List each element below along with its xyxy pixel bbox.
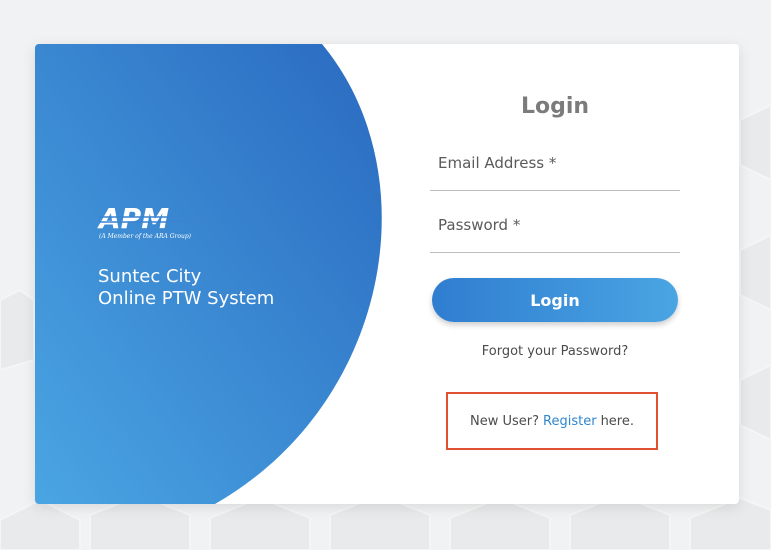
login-card: APM (A Member of the ARA Group) Suntec C…: [35, 44, 739, 504]
logo-subtext: (A Member of the ARA Group): [99, 233, 192, 240]
password-label: Password *: [438, 216, 521, 234]
logo-text: APM: [97, 202, 169, 235]
tagline-line-2: Online PTW System: [98, 288, 275, 309]
login-form: Login Email Address * Password * Login F…: [430, 44, 680, 504]
password-field[interactable]: Password *: [430, 208, 680, 253]
tagline-line-1: Suntec City: [98, 266, 202, 287]
apm-logo: APM (A Member of the ARA Group): [97, 202, 205, 240]
register-prompt: New User? Register here.: [446, 392, 658, 450]
brand-tagline: Suntec City Online PTW System: [98, 266, 274, 310]
register-link[interactable]: Register: [543, 414, 597, 429]
forgot-password-link[interactable]: Forgot your Password?: [430, 344, 680, 359]
email-label: Email Address *: [438, 154, 557, 172]
login-button[interactable]: Login: [432, 278, 678, 322]
register-prefix: New User?: [470, 413, 540, 429]
brand-block: APM (A Member of the ARA Group): [97, 202, 207, 240]
email-field[interactable]: Email Address *: [430, 146, 680, 191]
register-suffix: here.: [600, 413, 634, 429]
login-title: Login: [520, 94, 590, 119]
